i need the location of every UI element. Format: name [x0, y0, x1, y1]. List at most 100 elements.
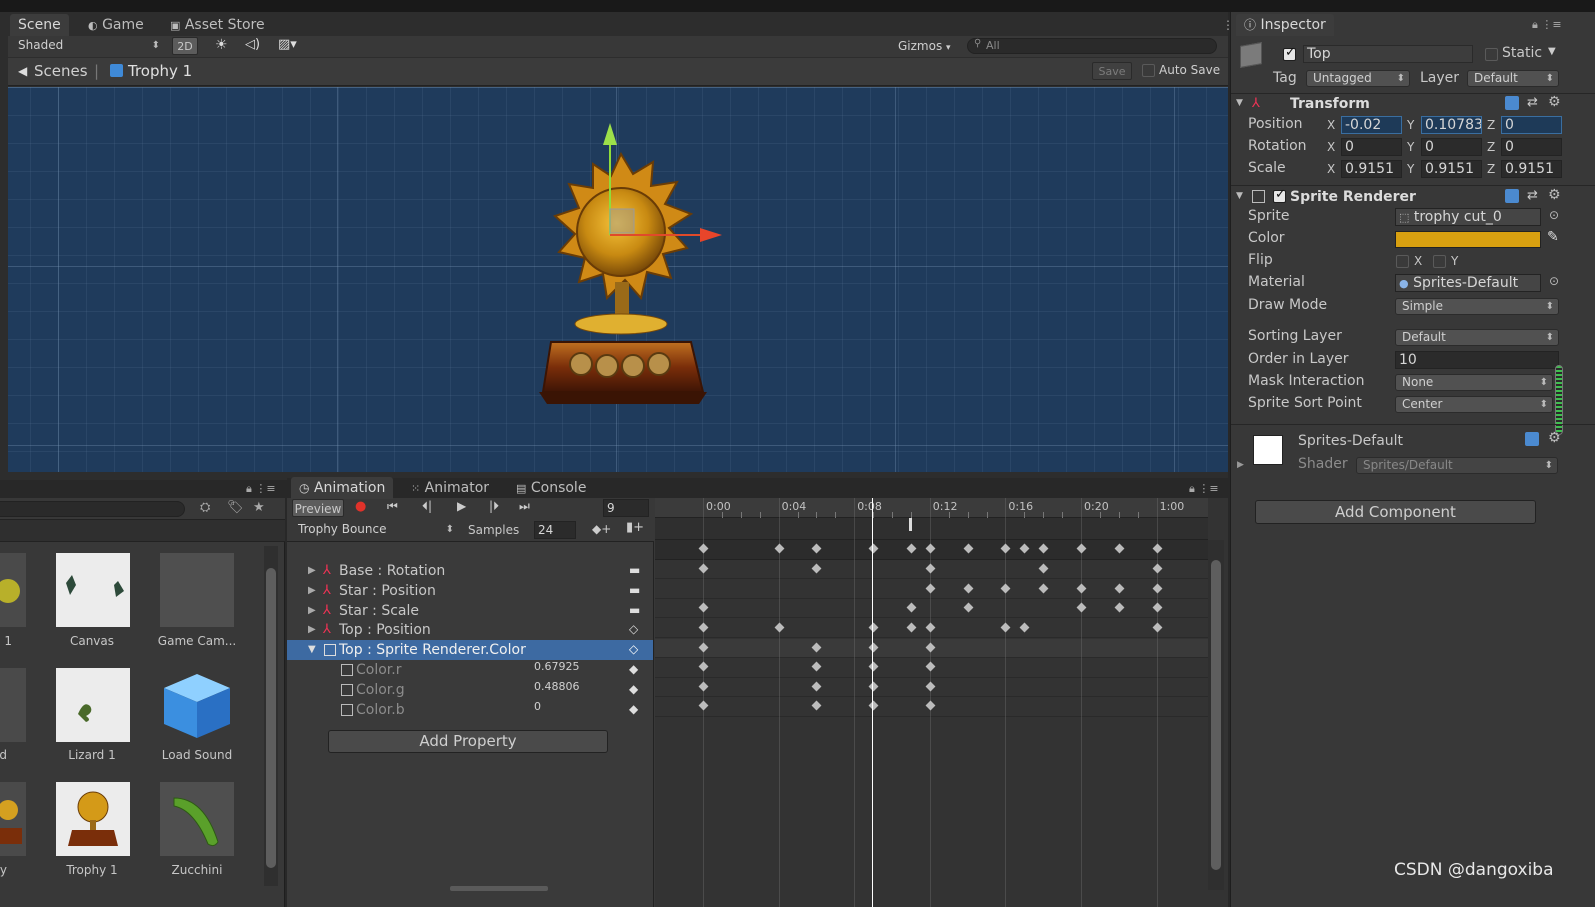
gear-icon[interactable]: ⚙ [1548, 187, 1561, 203]
inspector-lock-icon[interactable]: 🔒︎ ⋮≡ [1532, 18, 1562, 32]
rotation-x-field[interactable]: 0 [1341, 138, 1402, 156]
dopesheet-scrollbar-thumb[interactable] [1211, 560, 1221, 870]
track-menu-icon[interactable]: ▬ [629, 563, 640, 577]
scale-z-field[interactable]: 0.9151 [1501, 160, 1562, 178]
track-color-r[interactable]: Color.r [356, 662, 401, 678]
mask-interaction-dropdown[interactable]: None [1395, 374, 1553, 391]
project-scrollbar-thumb[interactable] [266, 568, 276, 868]
foldout-closed-icon[interactable]: ▶ [1237, 460, 1244, 470]
track-list-scrollbar[interactable] [450, 886, 548, 891]
color-swatch[interactable] [1395, 231, 1541, 248]
tab-inspector[interactable]: ⓘ Inspector [1236, 14, 1334, 36]
keyframe-diamond-icon[interactable]: ◇ [629, 642, 638, 656]
track-menu-icon[interactable]: ▬ [629, 603, 640, 617]
save-button[interactable]: Save [1092, 62, 1132, 80]
audio-icon[interactable]: ◁) [245, 37, 260, 52]
tab-animation[interactable]: ◷ Animation [291, 477, 394, 499]
scale-y-field[interactable]: 0.9151 [1421, 160, 1482, 178]
foldout-closed-icon[interactable]: ▶ [308, 585, 316, 596]
order-in-layer-field[interactable]: 10 [1395, 351, 1559, 369]
lighting-icon[interactable]: ☀ [215, 37, 228, 53]
position-y-field[interactable]: 0.10783 [1421, 116, 1482, 134]
material-field[interactable]: ● Sprites-Default [1395, 274, 1541, 292]
track-top-position[interactable]: Top : Position [339, 622, 431, 638]
flip-x-checkbox[interactable] [1396, 255, 1409, 268]
tab-asset-store[interactable]: ▣ Asset Store [162, 14, 273, 36]
foldout-open-icon[interactable]: ▼ [308, 644, 316, 655]
event-marker[interactable] [909, 518, 912, 531]
gizmos-dropdown[interactable]: Gizmos ▾ [898, 39, 951, 53]
scale-x-field[interactable]: 0.9151 [1341, 160, 1402, 178]
tab-animator[interactable]: ⁙ Animator [403, 477, 497, 499]
add-component-button[interactable]: Add Component [1255, 500, 1536, 524]
active-checkbox[interactable] [1283, 45, 1296, 61]
track-menu-icon[interactable]: ▬ [629, 583, 640, 597]
frame-field[interactable]: 9 [603, 499, 649, 517]
effects-icon[interactable]: ▨▾ [278, 37, 297, 52]
color-b-value[interactable]: 0 [534, 700, 541, 713]
add-event-icon[interactable]: ▮+ [626, 520, 644, 535]
track-color-b[interactable]: Color.b [356, 702, 405, 718]
track-star-scale[interactable]: Star : Scale [339, 603, 419, 619]
layer-dropdown[interactable]: Default [1467, 70, 1559, 87]
asset-trophy[interactable] [56, 782, 130, 856]
sorting-layer-dropdown[interactable]: Default [1395, 329, 1559, 346]
tab-game[interactable]: ◐ Game [80, 14, 152, 36]
shader-dropdown[interactable]: Sprites/Default [1356, 457, 1558, 474]
static-checkbox[interactable] [1485, 48, 1498, 61]
breadcrumb-trophy[interactable]: Trophy 1 [128, 62, 192, 80]
asset-game-camera[interactable] [160, 553, 234, 627]
rotation-z-field[interactable]: 0 [1501, 138, 1562, 156]
add-keyframe-icon[interactable]: ◆+ [592, 522, 611, 536]
sprite-sort-point-dropdown[interactable]: Center [1395, 396, 1553, 413]
position-z-field[interactable]: 0 [1501, 116, 1562, 134]
help-icon[interactable] [1505, 189, 1519, 203]
favorite-star-icon[interactable]: ★ [253, 500, 265, 515]
track-base-rotation[interactable]: Base : Rotation [339, 563, 445, 579]
asset-thumb-partial-3[interactable] [0, 782, 26, 856]
prev-keyframe-icon[interactable]: ⏴| [422, 499, 432, 514]
track-star-position[interactable]: Star : Position [339, 583, 436, 599]
help-icon[interactable] [1525, 432, 1539, 446]
position-x-field[interactable]: -0.02 [1341, 116, 1402, 134]
track-top-sprite-renderer-color[interactable]: Top : Sprite Renderer.Color [339, 642, 526, 658]
project-search-input[interactable] [0, 501, 185, 517]
transform-header[interactable] [1231, 93, 1595, 115]
last-keyframe-icon[interactable]: ⏭ [519, 499, 530, 514]
rotation-y-field[interactable]: 0 [1421, 138, 1482, 156]
auto-save-checkbox[interactable] [1142, 64, 1155, 77]
clip-dropdown[interactable]: Trophy Bounce [292, 522, 458, 539]
playhead[interactable] [872, 498, 873, 907]
project-lock-icon[interactable]: 🔒︎ ⋮≡ [246, 482, 276, 496]
keyframe-diamond-icon[interactable]: ◇ [629, 622, 638, 636]
tab-console[interactable]: ▤ Console [508, 477, 594, 499]
keyframe-diamond-icon[interactable]: ◆ [629, 662, 638, 676]
draw-mode-dropdown[interactable]: Simple [1395, 298, 1559, 315]
back-icon[interactable]: ◀ [18, 64, 27, 78]
color-g-value[interactable]: 0.48806 [534, 680, 580, 693]
keyframe-diamond-icon[interactable]: ◆ [629, 702, 638, 716]
foldout-closed-icon[interactable]: ▶ [308, 624, 316, 635]
foldout-open-icon[interactable]: ▼ [1236, 191, 1243, 201]
mode-2d-button[interactable]: 2D [172, 37, 198, 55]
project-scrollbar[interactable] [264, 546, 278, 886]
presets-icon[interactable]: ⇄ [1527, 188, 1538, 203]
event-track[interactable] [655, 518, 1208, 540]
samples-field[interactable]: 24 [534, 521, 576, 539]
asset-load-sound[interactable] [160, 668, 234, 742]
filter-type-icon[interactable]: ⛭ [200, 500, 210, 515]
add-property-button[interactable]: Add Property [328, 730, 608, 753]
shading-mode-dropdown[interactable]: Shaded [12, 38, 164, 55]
asset-lizard[interactable] [56, 668, 130, 742]
presets-icon[interactable]: ⇄ [1527, 95, 1538, 110]
asset-canvas[interactable] [56, 553, 130, 627]
foldout-closed-icon[interactable]: ▶ [308, 565, 316, 576]
gear-icon[interactable]: ⚙ [1548, 94, 1561, 110]
object-picker-icon[interactable]: ⊙ [1549, 274, 1559, 288]
record-icon[interactable]: ● [355, 499, 366, 514]
foldout-closed-icon[interactable]: ▶ [308, 605, 316, 616]
asset-thumb-partial-2[interactable] [0, 668, 26, 742]
tag-dropdown[interactable]: Untagged [1306, 70, 1410, 87]
timeline-ruler[interactable] [655, 498, 1208, 518]
sprite-field[interactable]: ⬚ trophy cut_0 [1395, 208, 1541, 226]
